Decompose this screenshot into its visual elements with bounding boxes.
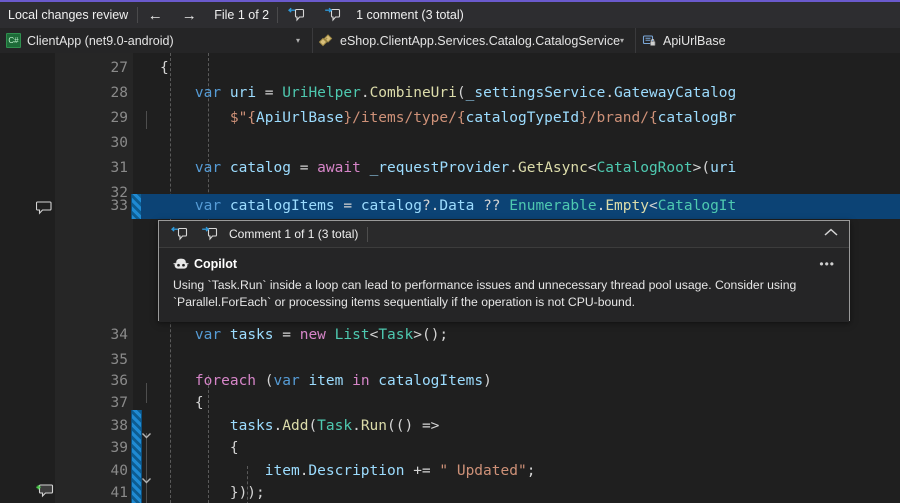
next-file-button[interactable]: → (172, 4, 206, 26)
code-line[interactable]: 30 (0, 131, 900, 156)
comment-author-row: Copilot ••• (173, 257, 835, 271)
line-content: var uri = UriHelper.CombineUri(_settings… (160, 81, 736, 106)
comment-peek-title: Comment 1 of 1 (3 total) (229, 227, 358, 241)
arrow-right-icon: → (182, 8, 197, 23)
code-line[interactable]: 37 { (0, 391, 900, 416)
class-icon (319, 34, 334, 47)
peek-header-divider (367, 227, 368, 242)
previous-comment-icon (286, 7, 306, 23)
property-private-icon (642, 34, 657, 47)
line-content: var catalog = await _requestProvider.Get… (160, 156, 736, 181)
next-comment-button[interactable] (314, 4, 350, 26)
previous-comment-button[interactable] (278, 4, 314, 26)
collapse-peek-button[interactable] (823, 227, 849, 241)
line-content: })); (160, 481, 265, 503)
comment-author-name: Copilot (194, 257, 237, 271)
next-comment-icon-peek[interactable] (199, 226, 219, 242)
project-label: ClientApp (net9.0-android) (27, 34, 174, 48)
line-number: 28 (88, 81, 128, 106)
code-line[interactable]: 39 { (0, 436, 900, 461)
line-number: 34 (88, 323, 128, 348)
comment-peek-panel[interactable]: Comment 1 of 1 (3 total) (158, 220, 850, 321)
editor-navigation-bar: C# ClientApp (net9.0-android) ▾ eShop.Cl… (0, 28, 900, 53)
comment-peek-header: Comment 1 of 1 (3 total) (159, 221, 849, 248)
member-dropdown[interactable]: ApiUrlBase (636, 28, 900, 53)
arrow-left-icon: ← (148, 8, 163, 23)
review-title: Local changes review (0, 8, 137, 22)
next-comment-icon (322, 7, 342, 23)
local-changes-review-toolbar: Local changes review ← → File 1 of 2 (0, 2, 900, 28)
file-counter: File 1 of 2 (206, 8, 277, 22)
comment-counter: 1 comment (3 total) (350, 8, 472, 22)
code-line[interactable]: 31 var catalog = await _requestProvider.… (0, 156, 900, 181)
chevron-down-icon-2: ▾ (620, 36, 630, 45)
code-line[interactable]: 33 var catalogItems = catalog?.Data ?? E… (0, 194, 900, 219)
type-dropdown[interactable]: eShop.ClientApp.Services.Catalog.Catalog… (313, 28, 635, 53)
code-line[interactable]: 27 { (0, 56, 900, 81)
line-number: 37 (88, 391, 128, 416)
code-line[interactable]: 28 var uri = UriHelper.CombineUri(_setti… (0, 81, 900, 106)
chevron-down-icon: ▾ (296, 36, 306, 45)
line-number: 33 (88, 194, 128, 219)
review-window: Local changes review ← → File 1 of 2 (0, 0, 900, 503)
line-content: $"{ApiUrlBase}/items/type/{catalogTypeId… (160, 106, 736, 131)
line-number: 39 (88, 436, 128, 461)
code-line[interactable]: 34 var tasks = new List<Task>(); (0, 323, 900, 348)
line-content: var catalogItems = catalog?.Data ?? Enum… (160, 194, 736, 219)
csharp-project-icon: C# (6, 33, 21, 48)
line-content: { (160, 436, 239, 461)
previous-file-button[interactable]: ← (138, 4, 172, 26)
project-dropdown[interactable]: C# ClientApp (net9.0-android) ▾ (0, 28, 312, 53)
line-content: { (160, 56, 169, 81)
previous-comment-icon-peek[interactable] (169, 226, 189, 242)
line-number: 29 (88, 106, 128, 131)
line-number: 30 (88, 131, 128, 156)
line-content: { (160, 391, 204, 416)
copilot-icon (173, 257, 188, 271)
code-line[interactable]: 41 })); (0, 481, 900, 503)
line-number: 27 (88, 56, 128, 81)
line-content: var tasks = new List<Task>(); (160, 323, 448, 348)
comment-peek-body: Copilot ••• Using `Task.Run` inside a lo… (159, 248, 849, 322)
line-number: 41 (88, 481, 128, 503)
code-line[interactable]: 29 $"{ApiUrlBase}/items/type/{catalogTyp… (0, 106, 900, 131)
type-label: eShop.ClientApp.Services.Catalog.Catalog… (340, 34, 620, 48)
member-label: ApiUrlBase (663, 34, 726, 48)
comment-more-actions-button[interactable]: ••• (819, 257, 835, 271)
line-number: 31 (88, 156, 128, 181)
chevron-up-icon (823, 227, 839, 241)
comment-body-text: Using `Task.Run` inside a loop can lead … (173, 277, 823, 311)
